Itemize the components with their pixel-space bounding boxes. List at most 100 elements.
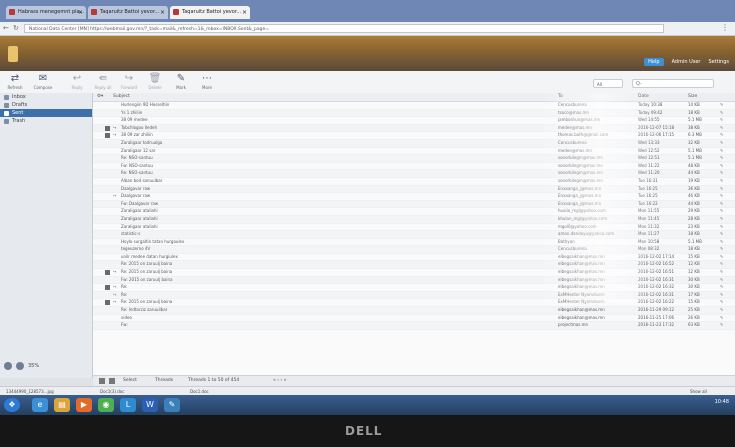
message-row[interactable]: Re: 2015 on zaruulj baina elbegsaikhan@ma…: [93, 261, 735, 270]
flag-icon[interactable]: ✎: [720, 246, 726, 253]
message-row[interactable]: Hoylo surgaltin tatan hurgoulex Bathyan Mo…: [93, 239, 735, 247]
more-button[interactable]: ⋯ More: [196, 73, 218, 92]
lync-icon[interactable]: L: [120, 398, 136, 412]
message-row[interactable]: Fw: Daalgavar raw Enxaanga_j@mas.mn Tue 16…: [93, 200, 735, 209]
system-tray-clock[interactable]: 10:48: [715, 399, 729, 405]
flag-icon[interactable]: ✎: [720, 132, 726, 139]
message-row[interactable]: Fw: projectmas.mn 2016-11-23 17:32 63 KB ✎: [93, 322, 735, 330]
pagination-controls[interactable]: « ‹ › »: [273, 376, 286, 386]
thread-arrow-icon[interactable]: ↪: [113, 193, 116, 200]
message-row[interactable]: statistic-s aman.dandayu@yahoo.com Mon 11:…: [93, 231, 735, 239]
close-tab-icon[interactable]: ×: [78, 6, 83, 19]
column-to[interactable]: To: [558, 93, 563, 101]
refresh-button[interactable]: ⇄ Refresh: [4, 73, 26, 92]
close-tab-icon[interactable]: ×: [160, 6, 165, 19]
flag-icon[interactable]: ✎: [720, 102, 726, 109]
message-row[interactable]: ↪ Re: 2015 on zaruulj baina elbegsaikhan@m…: [93, 269, 735, 277]
url-field[interactable]: National Data Center [MN] https://webmai…: [24, 24, 664, 33]
flag-icon[interactable]: ✎: [720, 299, 726, 306]
start-orb-icon[interactable]: ❖: [4, 398, 20, 412]
quick-filter-select[interactable]: All: [593, 79, 623, 88]
message-row[interactable]: video elbegsaikhan@mas.mn 2016-11-25 17:06…: [93, 315, 735, 323]
message-row[interactable]: ↪ 38 09 zar zhiliin thomas.bath@gmail.com 2…: [93, 132, 735, 140]
flag-icon[interactable]: ✎: [720, 186, 726, 193]
explorer-icon[interactable]: ▤: [54, 398, 70, 412]
close-tab-icon[interactable]: ×: [242, 6, 247, 19]
back-icon[interactable]: ←: [3, 24, 9, 32]
flag-icon[interactable]: ✎: [720, 140, 726, 147]
delete-button[interactable]: 🗑 Delete: [144, 73, 166, 92]
flag-icon[interactable]: ✎: [720, 315, 726, 322]
flag-icon[interactable]: ✎: [720, 178, 726, 185]
flag-icon[interactable]: ✎: [720, 277, 726, 284]
message-row[interactable]: Re: NSO-santuu sonorbilegm@mas.mn Wed 11:2…: [93, 170, 735, 178]
thread-arrow-icon[interactable]: ↪: [113, 299, 116, 306]
settings-gear-icon[interactable]: [4, 362, 12, 370]
flag-icon[interactable]: ✎: [720, 239, 726, 246]
message-row[interactable]: Alban bod sanuulbar sonorbilegm@mas.mn Tue…: [93, 178, 735, 186]
flag-icon[interactable]: ✎: [720, 201, 726, 208]
column-date[interactable]: Date: [638, 93, 649, 101]
column-subject[interactable]: Subject: [113, 93, 130, 101]
compose-button[interactable]: ✉ Compose: [32, 73, 54, 92]
search-input[interactable]: Q-: [632, 79, 714, 88]
message-row[interactable]: Zaraligaar ataliahi huaiio_mgl@yahoo.com M…: [93, 208, 735, 216]
flag-icon[interactable]: ✎: [720, 155, 726, 162]
flag-icon[interactable]: ✎: [720, 208, 726, 215]
flag-icon[interactable]: ✎: [720, 148, 726, 155]
folder-drafts[interactable]: Drafts: [0, 101, 92, 109]
ie-icon[interactable]: e: [32, 398, 48, 412]
flag-icon[interactable]: ✎: [720, 117, 726, 124]
folder-sent[interactable]: Sent: [0, 109, 92, 117]
list-options-icon[interactable]: ⚙▾: [97, 93, 103, 101]
paint-icon[interactable]: ✎: [164, 398, 180, 412]
flag-icon[interactable]: ✎: [720, 269, 726, 276]
threads-dropdown[interactable]: Threads: [155, 376, 173, 386]
flag-icon[interactable]: ✎: [720, 322, 726, 329]
chrome-icon[interactable]: ◉: [98, 398, 114, 412]
thread-mode-icon[interactable]: [109, 378, 115, 384]
flag-icon[interactable]: ✎: [720, 261, 726, 268]
message-row[interactable]: Hurlengiin 9D Hesseltiin Cencusburena Toda…: [93, 102, 735, 110]
message-row[interactable]: ↪ Re: elbegsaikhan@mas.mn 2016-12-02 16:32 3…: [93, 284, 735, 292]
browser-menu-icon[interactable]: ⋮: [721, 23, 729, 32]
flag-icon[interactable]: ✎: [720, 193, 726, 200]
folder-trash[interactable]: Trash: [0, 117, 92, 125]
flag-icon[interactable]: ✎: [720, 284, 726, 291]
thread-arrow-icon[interactable]: ↪: [113, 292, 116, 299]
browser-tab-2[interactable]: Taqaruitz Battoi yevor... ×: [88, 6, 168, 19]
flag-icon[interactable]: ✎: [720, 125, 726, 132]
user-link[interactable]: Admin User: [672, 59, 701, 65]
flag-icon[interactable]: ✎: [720, 254, 726, 261]
folder-inbox[interactable]: Inbox: [0, 93, 92, 101]
message-row[interactable]: ↪ Re: ExMHenter Nyamdoorn 2016-12-02 16:31 1…: [93, 291, 735, 300]
forward-button[interactable]: ↪ Forward: [118, 73, 140, 92]
mark-button[interactable]: ✎ Mark: [170, 73, 192, 92]
flag-icon[interactable]: ✎: [720, 110, 726, 117]
message-row[interactable]: ↪ Tobchlogoo Iledeh medee@mas.mn 2016-12-07…: [93, 124, 735, 133]
message-row[interactable]: Zaraligaar ataliahi mgol0@yahoo.com Mon 11…: [93, 224, 735, 232]
message-row[interactable]: 38 09 medee jamboshun@mas.mn Wed 14:55 5.1 …: [93, 117, 735, 125]
flag-icon[interactable]: ✎: [720, 231, 726, 238]
thread-arrow-icon[interactable]: ↪: [113, 125, 116, 132]
message-row[interactable]: Zaraligaar ataliahi khulan_mgl@yahoo.com M…: [93, 215, 735, 224]
message-row[interactable]: Zaraligaar todruulga Cencusburena Wed 13:3…: [93, 139, 735, 148]
thread-arrow-icon[interactable]: ↪: [113, 269, 116, 276]
message-row[interactable]: Fw: NSO-santuu sonorbilegm@mas.mn Wed 11:2…: [93, 163, 735, 171]
word-icon[interactable]: W: [142, 398, 158, 412]
message-row[interactable]: Fw: 2015 on zaruulj baina elbegsaikhan@ma…: [93, 276, 735, 285]
message-row[interactable]: Re: Indtorziz zaruuilbar elbegsaikhan@mas…: [93, 307, 735, 315]
help-link[interactable]: Help: [644, 58, 664, 66]
flag-icon[interactable]: ✎: [720, 307, 726, 314]
flag-icon[interactable]: ✎: [720, 170, 726, 177]
column-size[interactable]: Size: [688, 93, 697, 101]
browser-tab-1[interactable]: Habrass menegemnt pla... ×: [6, 6, 86, 19]
flag-icon[interactable]: ✎: [720, 163, 726, 170]
list-mode-icon[interactable]: [99, 378, 105, 384]
select-dropdown[interactable]: Select: [123, 376, 137, 386]
reply-all-button[interactable]: ⇚ Reply all: [92, 73, 114, 92]
message-row[interactable]: Ys 1 zhiliin tsoco@mas.mn Today 09:42 18 KB…: [93, 109, 735, 118]
thread-arrow-icon[interactable]: ↪: [113, 132, 116, 139]
message-row[interactable]: Daalgavar raw Enxaanga_j@mas.mn Tue 16:25 3…: [93, 185, 735, 194]
media-icon[interactable]: ▶: [76, 398, 92, 412]
